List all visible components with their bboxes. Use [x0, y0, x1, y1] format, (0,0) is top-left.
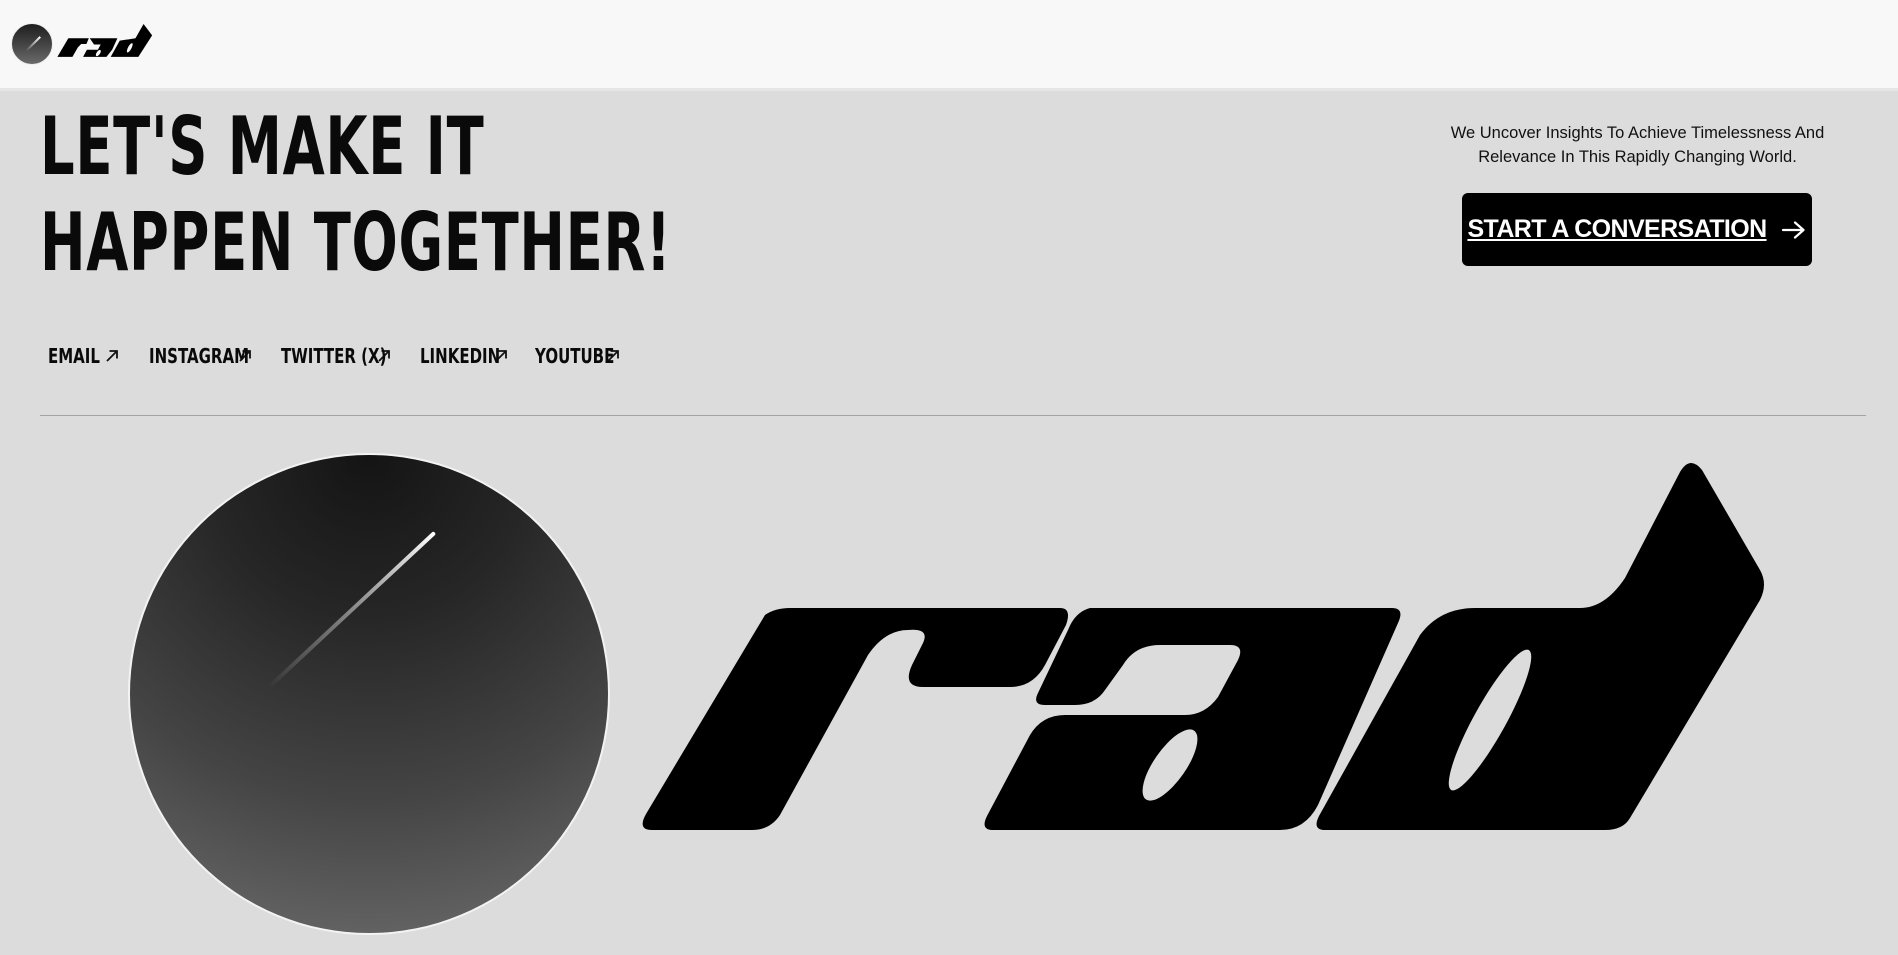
rad-wordmark-logo	[642, 462, 1764, 830]
top-navigation-bar	[0, 0, 1898, 91]
social-link-label: LINKEDIN	[420, 344, 501, 368]
social-link-label: INSTAGRAM	[149, 344, 250, 368]
social-link-twitter[interactable]: TWITTER (X)	[281, 344, 420, 368]
social-link-label: YOUTUBE	[535, 344, 615, 368]
section-divider	[40, 415, 1866, 416]
social-link-label: TWITTER (X)	[281, 344, 387, 368]
orb-logo-icon	[130, 455, 608, 933]
social-link-label: EMAIL	[48, 344, 100, 368]
start-conversation-label: START A CONVERSATION	[1467, 215, 1767, 243]
hero-headline: LET'S MAKE IT HAPPEN TOGETHER!	[40, 99, 672, 291]
arrow-right-icon	[1781, 220, 1805, 239]
hero-headline-line-2: HAPPEN TOGETHER!	[40, 196, 672, 289]
social-link-linkedin[interactable]: LINKEDIN	[420, 344, 535, 368]
start-conversation-button[interactable]: START A CONVERSATION	[1462, 193, 1812, 266]
hero-headline-line-1: LET'S MAKE IT	[40, 100, 485, 193]
orb-logo-icon	[11, 23, 53, 65]
rad-wordmark-logo	[57, 24, 153, 57]
social-link-youtube[interactable]: YOUTUBE	[535, 344, 635, 368]
arrow-up-right-icon	[106, 350, 118, 362]
social-links-list: EMAIL INSTAGRAM TWITTER (X) LINKEDIN YOU…	[48, 344, 635, 368]
hero-tagline: We Uncover Insights To Achieve Timelessn…	[1450, 124, 1825, 166]
social-link-instagram[interactable]: INSTAGRAM	[149, 344, 281, 368]
social-link-email[interactable]: EMAIL	[48, 344, 149, 368]
